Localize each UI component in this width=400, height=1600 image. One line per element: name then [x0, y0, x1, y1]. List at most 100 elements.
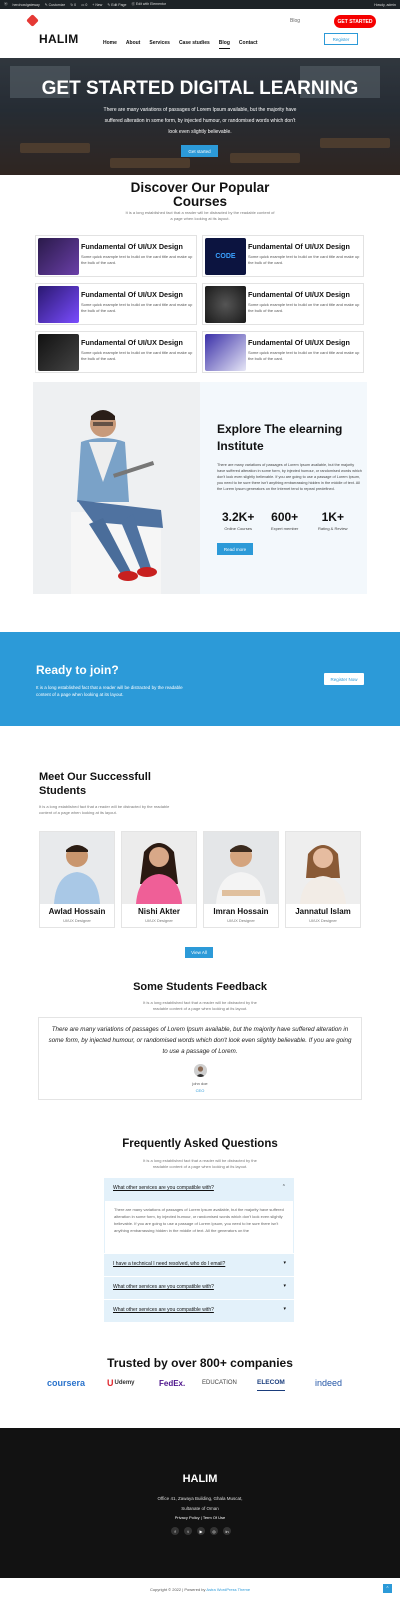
admin-bar-edit-page[interactable]: ✎ Edit Page	[107, 3, 126, 7]
course-card[interactable]: Fundamental Of UI/UX Design Some quick e…	[202, 331, 364, 373]
course-desc: Some quick example text to build on the …	[81, 302, 193, 313]
course-card[interactable]: Fundamental Of UI/UX Design Some quick e…	[35, 331, 197, 373]
stat-rating-review: 1K+ Rating & Review	[318, 510, 348, 531]
admin-bar-comments[interactable]: ▭ 0	[81, 3, 87, 7]
course-desc: Some quick example text to build on the …	[81, 254, 193, 265]
header-blog-link[interactable]: Blog	[290, 18, 300, 24]
faq-title: Frequently Asked Questions	[122, 1138, 278, 1150]
admin-bar-elementor[interactable]: ⓪ Edit with Elementor	[131, 2, 166, 7]
hero-get-started-button[interactable]: Get started	[181, 145, 218, 157]
course-thumb-image	[38, 238, 79, 275]
admin-bar-site[interactable]: herohowlgateway	[13, 3, 40, 7]
copyright: Copyright © 2022 | Powered by Astra Word…	[149, 1587, 251, 1592]
facebook-icon[interactable]: f	[171, 1527, 179, 1535]
admin-bar-howdy[interactable]: Howdy, admin	[374, 3, 396, 7]
course-title[interactable]: Fundamental Of UI/UX Design	[81, 338, 183, 347]
udemy-logo: U Udemy	[107, 1378, 135, 1388]
youtube-icon[interactable]: ▶	[197, 1527, 205, 1535]
scroll-to-top-button[interactable]: ⌃	[383, 1584, 392, 1593]
admin-bar-customize[interactable]: ✎ Customize	[45, 3, 65, 7]
faq-answer: There are many variations of passages of…	[104, 1201, 294, 1253]
logo-diamond-icon	[26, 14, 39, 27]
student-card[interactable]: Awlad Hossain UI/UX Designer	[39, 831, 115, 928]
course-card[interactable]: Fundamental Of UI/UX Design Some quick e…	[35, 235, 197, 277]
stat-expert-member: 600+ Expert member	[271, 510, 298, 531]
faq-question[interactable]: What other services are you compatible w…	[113, 1284, 214, 1290]
astra-theme-link[interactable]: Astra WordPress Theme	[206, 1587, 250, 1592]
fedex-logo: FedEx.	[159, 1378, 186, 1388]
indeed-logo: indeed	[315, 1378, 343, 1388]
get-started-button[interactable]: GET STARTED	[334, 15, 376, 28]
course-title[interactable]: Fundamental Of UI/UX Design	[81, 242, 183, 251]
course-card[interactable]: CODE Fundamental Of UI/UX Design Some qu…	[202, 235, 364, 277]
course-title[interactable]: Fundamental Of UI/UX Design	[248, 242, 350, 251]
course-title[interactable]: Fundamental Of UI/UX Design	[248, 338, 350, 347]
student-laptop-illustration	[71, 410, 163, 594]
caret-down-icon[interactable]: ▾	[283, 1260, 286, 1266]
admin-bar-new[interactable]: + New	[92, 3, 102, 7]
course-thumb-image	[205, 286, 246, 323]
faq-item[interactable]: What other services are you compatible w…	[104, 1277, 294, 1299]
faq-item[interactable]: What other services are you compatible w…	[104, 1300, 294, 1322]
nav-case-studies[interactable]: Case studies	[179, 40, 210, 49]
student-photo	[122, 832, 196, 904]
stat-label: Online Courses	[224, 526, 252, 531]
admin-bar-updates[interactable]: ↻ 0	[70, 3, 76, 7]
course-title[interactable]: Fundamental Of UI/UX Design	[248, 290, 350, 299]
chevron-up-icon[interactable]: ⌃	[282, 1184, 286, 1190]
student-card[interactable]: Jannatul Islam UI/UX Designer	[285, 831, 361, 928]
student-role: UI/UX Designer	[309, 918, 337, 923]
footer-links[interactable]: Privacy Policy | Term Of Use	[0, 1515, 400, 1520]
view-all-button[interactable]: View All	[185, 947, 213, 958]
nav-blog[interactable]: Blog	[218, 40, 230, 49]
course-card[interactable]: Fundamental Of UI/UX Design Some quick e…	[202, 283, 364, 325]
social-links: f t ▶ ◎ in	[171, 1527, 231, 1535]
hero-section: GET STARTED DIGITAL LEARNING There are m…	[0, 58, 400, 175]
read-more-button[interactable]: Read more	[217, 543, 253, 555]
stat-online-courses: 3.2K+ Online Courses	[222, 510, 254, 531]
caret-down-icon[interactable]: ▾	[283, 1306, 286, 1312]
course-desc: Some quick example text to build on the …	[248, 302, 360, 313]
student-card[interactable]: Imran Hossain UI/UX Designer	[203, 831, 279, 928]
caret-down-icon[interactable]: ▾	[283, 1283, 286, 1289]
register-button[interactable]: Register	[324, 33, 358, 45]
nav-about[interactable]: About	[126, 40, 140, 49]
student-name: Awlad Hossain	[48, 907, 106, 916]
course-title[interactable]: Fundamental Of UI/UX Design	[81, 290, 183, 299]
nav-home[interactable]: Home	[103, 40, 117, 49]
coursera-logo: coursera	[47, 1378, 86, 1388]
stat-number: 1K+	[321, 510, 344, 524]
twitter-icon[interactable]: t	[184, 1527, 192, 1535]
testimonial-name: john doe	[192, 1081, 208, 1086]
elecom-logo: ELECOM	[257, 1375, 285, 1391]
faq-question[interactable]: What other services are you compatible w…	[113, 1185, 214, 1191]
testimonial-avatar	[194, 1064, 207, 1077]
testimonial-quote: There are many variations of passages of…	[48, 1026, 352, 1055]
students-subtitle: It is a long established fact that a rea…	[39, 804, 170, 815]
student-role: UI/UX Designer	[227, 918, 255, 923]
student-photo	[40, 832, 114, 904]
register-now-button[interactable]: Register Now	[324, 673, 364, 685]
admin-bar: ⓦ herohowlgateway ✎ Customize ↻ 0 ▭ 0 + …	[0, 0, 400, 9]
linkedin-icon[interactable]: in	[223, 1527, 231, 1535]
course-thumb-image	[38, 334, 79, 371]
faq-item[interactable]: What other services are you compatible w…	[104, 1178, 294, 1201]
student-card[interactable]: Nishi Akter UI/UX Designer	[121, 831, 197, 928]
faq-question[interactable]: What other services are you compatible w…	[113, 1307, 214, 1313]
nav-contact[interactable]: Contact	[239, 40, 258, 49]
faq-item[interactable]: I have a technical I need resolved, who …	[104, 1254, 294, 1276]
courses-subtitle: It is a long established fact that a rea…	[125, 210, 275, 221]
nav-services[interactable]: Services	[149, 40, 170, 49]
stat-label: Rating & Review	[318, 526, 348, 531]
course-card[interactable]: Fundamental Of UI/UX Design Some quick e…	[35, 283, 197, 325]
instagram-icon[interactable]: ◎	[210, 1527, 218, 1535]
stat-label: Expert member	[271, 526, 299, 531]
education-logo: EDUCATION	[202, 1380, 237, 1386]
wp-logo-icon[interactable]: ⓦ	[4, 2, 8, 7]
faq-question[interactable]: I have a technical I need resolved, who …	[113, 1261, 225, 1267]
footer-logo[interactable]: HALIM	[0, 1473, 400, 1485]
site-logo[interactable]: HALIM	[39, 32, 79, 46]
footer-address: Office 41, Zawaya Building, Ghala Muscat…	[157, 1496, 243, 1511]
courses-title: Discover Our Popular Courses	[130, 180, 270, 209]
ready-text: It is a long established fact that a rea…	[36, 685, 183, 697]
